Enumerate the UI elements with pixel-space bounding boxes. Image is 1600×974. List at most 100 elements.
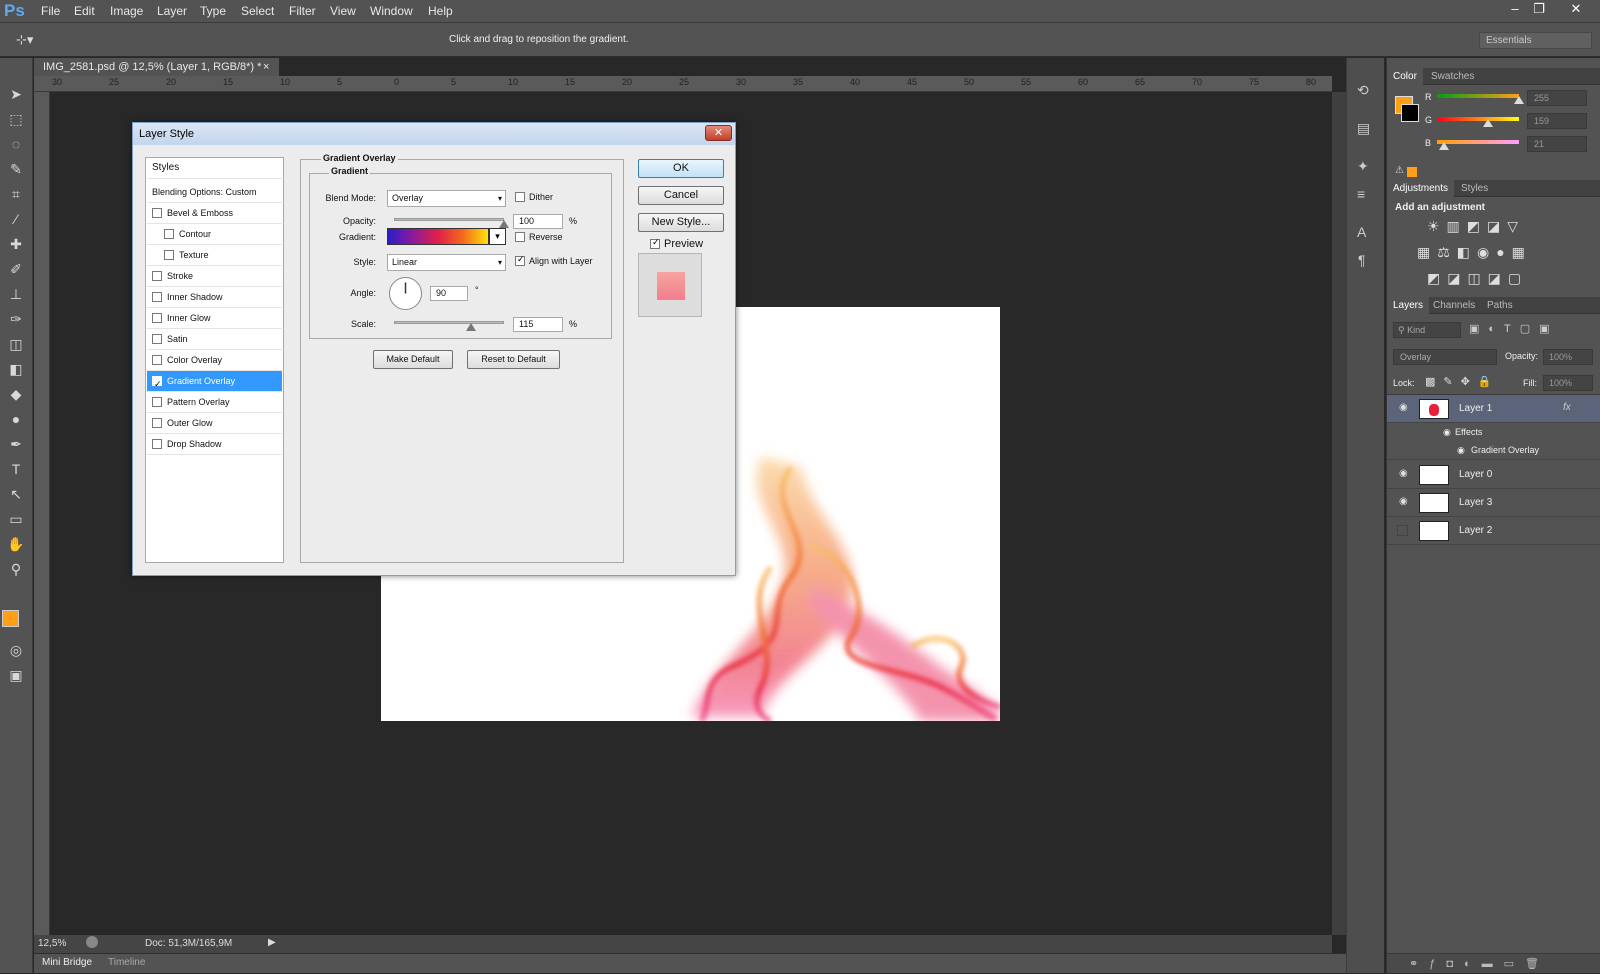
gamut-color-chip[interactable] xyxy=(1407,167,1417,177)
style-item-checkbox[interactable] xyxy=(152,208,162,218)
bg-color-chip[interactable] xyxy=(1401,104,1419,122)
menu-help[interactable]: Help xyxy=(428,0,453,23)
menu-file[interactable]: File xyxy=(41,0,60,23)
tab-adjustments[interactable]: Adjustments xyxy=(1387,180,1455,197)
tab-swatches[interactable]: Swatches xyxy=(1425,68,1480,85)
tab-paths[interactable]: Paths xyxy=(1481,297,1519,314)
fx-icon[interactable]: fx xyxy=(1563,402,1571,413)
workspace-select[interactable]: Essentials xyxy=(1479,32,1592,49)
effects-row[interactable]: ◉ Effects xyxy=(1387,424,1600,442)
new-style-button[interactable]: New Style... xyxy=(638,213,724,232)
scale-slider-thumb[interactable] xyxy=(466,323,476,331)
preview-checkbox[interactable]: ✓ xyxy=(650,237,660,249)
gradient-swatch[interactable] xyxy=(387,228,489,245)
menu-filter[interactable]: Filter xyxy=(289,0,316,23)
adjustment-icons-row2[interactable]: ▦⚖◧◉●▦ xyxy=(1417,244,1532,261)
blur-tool-icon[interactable]: ◆ xyxy=(5,384,27,404)
layer-row-layer-2[interactable]: Layer 2 xyxy=(1387,517,1600,545)
layer-name[interactable]: Layer 2 xyxy=(1459,525,1492,536)
style-select[interactable]: Linear ▾ xyxy=(387,254,506,271)
tab-color[interactable]: Color xyxy=(1387,68,1423,85)
align-with-layer-checkbox[interactable]: ✓ xyxy=(515,254,525,266)
styles-header[interactable]: Styles xyxy=(147,158,282,179)
layer-filter-icons[interactable]: ▣◐T▢▣ xyxy=(1469,322,1559,335)
blend-mode-select[interactable]: Overlay ▾ xyxy=(387,190,506,207)
status-menu-icon[interactable]: ▶ xyxy=(268,937,276,948)
channel-value-b[interactable]: 21 xyxy=(1527,136,1587,152)
style-item-bevel-emboss[interactable]: Bevel & Emboss xyxy=(147,203,282,224)
hand-tool-icon[interactable]: ✋ xyxy=(5,534,27,554)
style-item-checkbox[interactable] xyxy=(164,250,174,260)
pen-tool-icon[interactable]: ✒ xyxy=(5,434,27,454)
dodge-tool-icon[interactable]: ● xyxy=(5,409,27,429)
gradient-dropdown-icon[interactable]: ▾ xyxy=(489,228,506,245)
menu-window[interactable]: Window xyxy=(370,0,413,23)
zoom-level[interactable]: 12,5% xyxy=(38,938,66,949)
channel-slider-r[interactable] xyxy=(1437,94,1519,98)
menu-view[interactable]: View xyxy=(330,0,356,23)
visibility-eye-icon[interactable]: ◉ xyxy=(1399,496,1408,507)
menu-edit[interactable]: Edit xyxy=(74,0,95,23)
move-tool-icon[interactable]: ➤ xyxy=(5,84,27,104)
adjustment-icons-row3[interactable]: ◩◪◫◪▢ xyxy=(1427,270,1528,287)
adjustment-icons-row1[interactable]: ☀▥◩◪▽ xyxy=(1427,218,1525,235)
history-icon[interactable]: ⟲ xyxy=(1357,82,1369,99)
tab-timeline[interactable]: Timeline xyxy=(108,957,145,968)
path-select-icon[interactable]: ↖ xyxy=(5,484,27,504)
visibility-eye-icon[interactable]: ◉ xyxy=(1399,402,1408,413)
opacity-input[interactable]: 100 xyxy=(513,214,563,229)
scale-input[interactable]: 115 xyxy=(513,317,563,332)
style-item-checkbox[interactable] xyxy=(152,334,162,344)
shape-tool-icon[interactable]: ▭ xyxy=(5,509,27,529)
brush-panel-icon[interactable]: ≡ xyxy=(1357,186,1365,202)
close-tab-icon[interactable]: × xyxy=(263,58,269,76)
paragraph-icon[interactable]: ¶ xyxy=(1358,252,1366,268)
channel-slider-b[interactable] xyxy=(1437,140,1519,144)
visibility-eye-icon[interactable]: ◉ xyxy=(1399,468,1408,479)
menu-select[interactable]: Select xyxy=(241,0,274,23)
dialog-close-button[interactable]: ✕ xyxy=(705,125,732,141)
style-item-outer-glow[interactable]: Outer Glow xyxy=(147,413,282,434)
stamp-tool-icon[interactable]: ⊥ xyxy=(5,284,27,304)
visibility-toggle-off[interactable] xyxy=(1397,525,1408,536)
effect-gradient-overlay-row[interactable]: ◉ Gradient Overlay xyxy=(1387,442,1600,460)
fill-input[interactable]: 100% xyxy=(1543,375,1593,391)
restore-button[interactable]: ❐ xyxy=(1525,0,1553,18)
style-item-pattern-overlay[interactable]: Pattern Overlay xyxy=(147,392,282,413)
layer-name[interactable]: Layer 1 xyxy=(1459,403,1492,414)
channel-slider-thumb[interactable] xyxy=(1482,119,1493,127)
layer-row-layer-1[interactable]: ◉ Layer 1 fx xyxy=(1387,395,1600,423)
tab-channels[interactable]: Channels xyxy=(1427,297,1481,314)
style-item-checkbox[interactable] xyxy=(164,229,174,239)
brush-presets-icon[interactable]: ✦ xyxy=(1357,158,1369,175)
style-item-color-overlay[interactable]: Color Overlay xyxy=(147,350,282,371)
effects-eye-icon[interactable]: ◉ xyxy=(1443,427,1451,438)
style-item-checkbox[interactable] xyxy=(152,418,162,428)
quick-select-tool-icon[interactable]: ✎ xyxy=(5,159,27,179)
character-icon[interactable]: A xyxy=(1357,224,1366,240)
channel-slider-thumb[interactable] xyxy=(1514,96,1524,104)
style-item-checkbox[interactable] xyxy=(152,271,162,281)
layers-footer-icons[interactable]: ⚭ƒ◘◐▬▭🗑 xyxy=(1387,953,1600,973)
style-item-stroke[interactable]: Stroke xyxy=(147,266,282,287)
lasso-tool-icon[interactable]: ◌ xyxy=(5,134,27,154)
layer-name[interactable]: Layer 0 xyxy=(1459,469,1492,480)
style-item-texture[interactable]: Texture xyxy=(147,245,282,266)
history-brush-icon[interactable]: ✑ xyxy=(5,309,27,329)
style-item-contour[interactable]: Contour xyxy=(147,224,282,245)
screen-mode-icon[interactable]: ▣ xyxy=(5,665,27,685)
marquee-tool-icon[interactable]: ⬚ xyxy=(5,109,27,129)
style-item-checkbox[interactable] xyxy=(152,292,162,302)
angle-dial[interactable] xyxy=(389,277,422,310)
style-item-gradient-overlay[interactable]: ✓ Gradient Overlay xyxy=(147,371,282,392)
close-window-button[interactable]: ✕ xyxy=(1562,0,1590,18)
opacity-slider-track[interactable] xyxy=(394,218,504,221)
tab-styles[interactable]: Styles xyxy=(1455,180,1494,197)
menu-layer[interactable]: Layer xyxy=(157,0,187,23)
style-item-drop-shadow[interactable]: Drop Shadow xyxy=(147,434,282,455)
layer-kind-filter[interactable]: ⚲ Kind xyxy=(1393,322,1461,338)
style-item-checkbox[interactable]: ✓ xyxy=(152,376,162,389)
style-item-satin[interactable]: Satin xyxy=(147,329,282,350)
zoom-tool-icon[interactable]: ⚲ xyxy=(5,559,27,579)
style-item-inner-shadow[interactable]: Inner Shadow xyxy=(147,287,282,308)
